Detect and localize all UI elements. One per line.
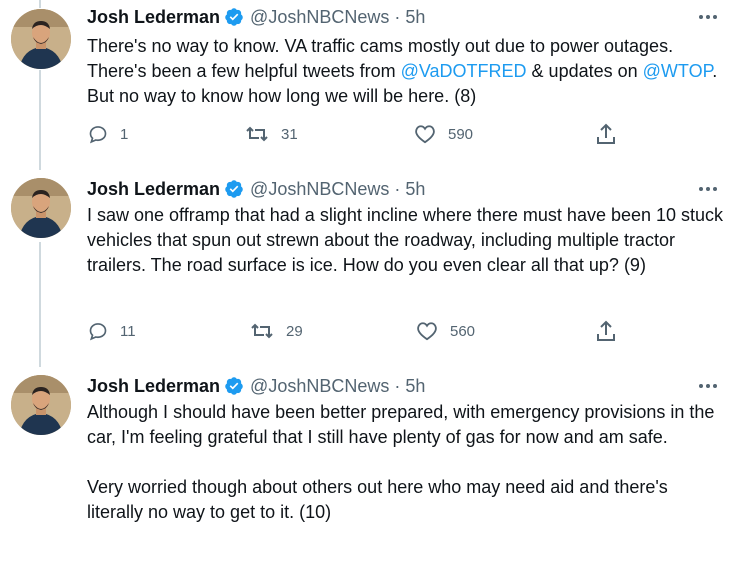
separator-dot: ·: [394, 7, 401, 27]
thread-line: [39, 70, 41, 170]
retweet-count: 31: [281, 125, 298, 143]
avatar[interactable]: [11, 9, 71, 69]
text-segment: & updates on: [526, 61, 643, 81]
verified-badge-icon: [224, 7, 244, 27]
author-handle[interactable]: @JoshNBCNews: [250, 375, 389, 397]
tweet-actions: 11 29 560: [0, 319, 749, 343]
reply-count: 11: [120, 322, 136, 340]
reply-count: 1: [120, 125, 129, 143]
author-handle[interactable]: @JoshNBCNews: [250, 178, 389, 200]
retweet-button[interactable]: 29: [250, 319, 303, 343]
mention-link[interactable]: @VaDOTFRED: [401, 61, 527, 81]
like-count: 590: [448, 125, 474, 143]
like-icon: [414, 124, 436, 144]
verified-badge-icon: [224, 179, 244, 199]
share-icon: [596, 123, 616, 145]
mention-link[interactable]: @WTOP: [643, 61, 713, 81]
timestamp[interactable]: 5h: [405, 178, 425, 200]
author-name[interactable]: Josh Lederman: [87, 6, 220, 28]
author-name[interactable]: Josh Lederman: [87, 178, 220, 200]
separator-dot: ·: [394, 376, 401, 396]
share-button[interactable]: [596, 319, 616, 343]
reply-button[interactable]: 11: [88, 319, 136, 343]
reply-icon: [88, 321, 108, 341]
share-icon: [596, 320, 616, 342]
retweet-icon: [245, 124, 269, 144]
author-name[interactable]: Josh Lederman: [87, 375, 220, 397]
tweet-paragraph: I saw one offramp that had a slight incl…: [87, 205, 724, 275]
tweet-text: I saw one offramp that had a slight incl…: [87, 203, 727, 278]
timestamp[interactable]: 5h: [405, 6, 425, 28]
thread-line: [39, 0, 41, 8]
more-icon[interactable]: [696, 375, 720, 397]
author-handle[interactable]: @JoshNBCNews: [250, 6, 389, 28]
like-button[interactable]: 590: [414, 122, 473, 146]
retweet-icon: [250, 321, 274, 341]
verified-badge-icon: [224, 376, 244, 396]
more-icon[interactable]: [696, 6, 720, 28]
share-button[interactable]: [596, 122, 616, 146]
tweet-text: Although I should have been better prepa…: [87, 400, 727, 525]
tweet-actions: 1 31 590: [0, 122, 749, 146]
tweet-header: Josh Lederman @JoshNBCNews · 5h: [87, 178, 425, 200]
tweet-text: There's no way to know. VA traffic cams …: [87, 34, 727, 109]
tweet-paragraph: Very worried though about others out her…: [87, 477, 668, 522]
like-icon: [416, 321, 438, 341]
timestamp[interactable]: 5h: [405, 375, 425, 397]
tweet-paragraph: Although I should have been better prepa…: [87, 402, 715, 447]
like-count: 560: [450, 322, 476, 340]
tweet-header: Josh Lederman @JoshNBCNews · 5h: [87, 375, 425, 397]
avatar[interactable]: [11, 375, 71, 435]
more-icon[interactable]: [696, 178, 720, 200]
thread-line: [39, 242, 41, 367]
reply-button[interactable]: 1: [88, 122, 128, 146]
separator-dot: ·: [394, 179, 401, 199]
tweet-header: Josh Lederman @JoshNBCNews · 5h: [87, 6, 425, 28]
reply-icon: [88, 124, 108, 144]
avatar[interactable]: [11, 178, 71, 238]
like-button[interactable]: 560: [416, 319, 475, 343]
retweet-button[interactable]: 31: [245, 122, 298, 146]
retweet-count: 29: [286, 322, 303, 340]
